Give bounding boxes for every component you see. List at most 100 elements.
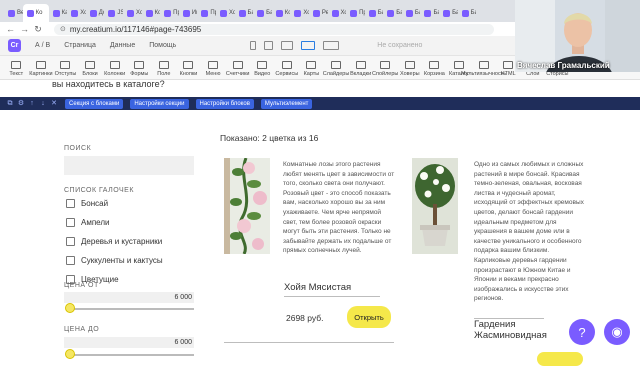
browser-tab[interactable]: Хо xyxy=(290,4,309,22)
price-from-value: 6 000 xyxy=(174,294,192,301)
price-from-field[interactable]: 6 000 xyxy=(64,292,194,303)
widget-button[interactable]: Ховеры xyxy=(398,61,423,79)
widget-button[interactable]: Спойлеры xyxy=(372,61,398,79)
creatium-logo[interactable]: Cr xyxy=(8,39,21,52)
desktop-view-icon[interactable] xyxy=(301,41,316,50)
widget-button[interactable]: Сервисы xyxy=(275,61,300,79)
tab-favicon-icon xyxy=(145,9,153,17)
gear-icon[interactable]: ⚙ xyxy=(17,100,25,108)
widget-button[interactable]: Вкладки xyxy=(348,61,373,79)
help-button[interactable]: ? xyxy=(569,319,595,345)
help-menu[interactable]: Помощь xyxy=(149,42,176,49)
product-price: 2698 руб. xyxy=(286,313,324,323)
ab-test-menu[interactable]: А / В xyxy=(35,42,50,49)
price-to-slider-handle[interactable] xyxy=(65,349,75,359)
price-to-field[interactable]: 6 000 xyxy=(64,337,194,348)
tab-favicon-icon xyxy=(275,9,283,17)
widget-button[interactable]: Меню xyxy=(201,61,226,79)
browser-tab[interactable]: Хо xyxy=(328,4,346,22)
laptop-view-icon[interactable] xyxy=(281,41,294,50)
widget-button[interactable]: Видео xyxy=(250,61,275,79)
browser-tab[interactable]: Ба xyxy=(458,4,476,22)
open-product-button[interactable] xyxy=(537,352,583,366)
widget-button[interactable]: Корзина xyxy=(422,61,447,79)
browser-tab[interactable]: JS xyxy=(104,4,123,22)
delete-icon[interactable]: ✕ xyxy=(50,100,58,108)
browser-tab[interactable]: До xyxy=(86,4,104,22)
browser-tab[interactable]: Ин xyxy=(179,4,197,22)
checkbox-box[interactable] xyxy=(66,218,75,227)
wide-view-icon[interactable] xyxy=(323,41,340,50)
price-from-slider-handle[interactable] xyxy=(65,303,75,313)
section-settings-button[interactable]: Настройки секции xyxy=(130,98,189,109)
browser-tab[interactable]: Ба xyxy=(365,4,383,22)
widget-button[interactable]: Поле xyxy=(152,61,177,79)
widget-button[interactable]: Формы xyxy=(127,61,152,79)
browser-tab[interactable]: Пр xyxy=(346,4,365,22)
move-up-icon[interactable]: ↑ xyxy=(28,100,36,108)
browser-tab[interactable]: Ба xyxy=(253,4,272,22)
widget-button[interactable]: Слайдеры xyxy=(323,61,349,79)
widget-button[interactable]: Отступы xyxy=(53,61,78,79)
product-image-gardenia[interactable] xyxy=(412,158,458,254)
browser-tab[interactable]: Хо xyxy=(216,4,235,22)
widget-button[interactable]: Счетчики xyxy=(225,61,250,79)
price-from-slider-track[interactable] xyxy=(68,308,194,310)
browser-tab[interactable]: Ко xyxy=(142,4,160,22)
forward-arrow-icon[interactable]: → xyxy=(20,24,29,34)
tab-favicon-icon xyxy=(405,9,413,17)
product-image-hoya[interactable] xyxy=(224,157,270,255)
site-info-icon[interactable]: ⊙ xyxy=(60,25,66,33)
browser-tab[interactable]: Ко xyxy=(22,4,49,22)
page-menu[interactable]: Страница xyxy=(64,42,96,49)
reload-icon[interactable]: ↻ xyxy=(34,24,42,35)
category-checkbox[interactable]: Бонсай xyxy=(66,199,108,208)
category-checkbox[interactable]: Суккуленты и кактусы xyxy=(66,256,163,265)
checkbox-box[interactable] xyxy=(66,237,75,246)
product-description: Одно из самых любимых и сложных растений… xyxy=(474,161,584,303)
widget-button[interactable]: Кнопки xyxy=(176,61,201,79)
move-down-icon[interactable]: ↓ xyxy=(39,100,47,108)
browser-tab[interactable]: Ба xyxy=(402,4,420,22)
browser-tab[interactable]: Хо xyxy=(123,4,142,22)
copy-icon[interactable]: ⧉ xyxy=(6,100,14,108)
browser-tab[interactable]: Ба xyxy=(235,4,253,22)
checkbox-box[interactable] xyxy=(66,256,75,265)
category-checkbox[interactable]: Ампели xyxy=(66,218,110,227)
browser-tab[interactable]: Ба xyxy=(383,4,402,22)
browser-tab[interactable]: Пр xyxy=(197,4,216,22)
browser-tab[interactable]: Хо xyxy=(67,4,86,22)
browser-tab[interactable]: Ре xyxy=(309,4,328,22)
browser-tab[interactable]: Ка xyxy=(49,4,67,22)
product-name[interactable]: Гардения Жасминовидная xyxy=(474,319,574,341)
block-settings-button[interactable]: Настройки блоков xyxy=(195,98,254,109)
checkbox-box[interactable] xyxy=(66,199,75,208)
product-name[interactable]: Хойя Мясистая xyxy=(284,282,351,293)
category-checkbox[interactable]: Деревья и кустарники xyxy=(66,237,162,246)
multielement-button[interactable]: Мультиэлемент xyxy=(260,98,313,109)
section-label-button[interactable]: Секция с блоками xyxy=(65,98,124,109)
tablet-view-icon[interactable] xyxy=(264,41,274,50)
back-arrow-icon[interactable]: ← xyxy=(6,24,15,34)
widget-icon xyxy=(60,61,71,69)
browser-tab[interactable]: Пр xyxy=(160,4,179,22)
browser-tab[interactable]: Ве xyxy=(4,4,23,22)
browser-tab[interactable]: Ба xyxy=(420,4,439,22)
widget-button[interactable]: Колонки xyxy=(102,61,127,79)
url-field[interactable]: ⊙ my.creatium.io/117146#page-743695 xyxy=(54,23,494,35)
tab-favicon-icon xyxy=(8,9,15,17)
widget-button[interactable]: Текст xyxy=(4,61,29,79)
chat-button[interactable]: ◉ xyxy=(604,319,630,345)
widget-button[interactable]: Картинки xyxy=(29,61,54,79)
search-input[interactable] xyxy=(64,156,194,175)
widget-button[interactable]: Мультиязычность xyxy=(461,61,506,79)
phone-view-icon[interactable] xyxy=(250,41,257,50)
widget-label: Поле xyxy=(157,71,171,77)
widget-button[interactable]: Карты xyxy=(299,61,324,79)
browser-tab[interactable]: Ко xyxy=(272,4,290,22)
open-product-button[interactable]: Открыть xyxy=(347,306,391,328)
widget-button[interactable]: Блоки xyxy=(78,61,103,79)
browser-tab[interactable]: Ба xyxy=(439,4,458,22)
price-to-slider-track[interactable] xyxy=(68,354,194,356)
data-menu[interactable]: Данные xyxy=(110,42,135,49)
